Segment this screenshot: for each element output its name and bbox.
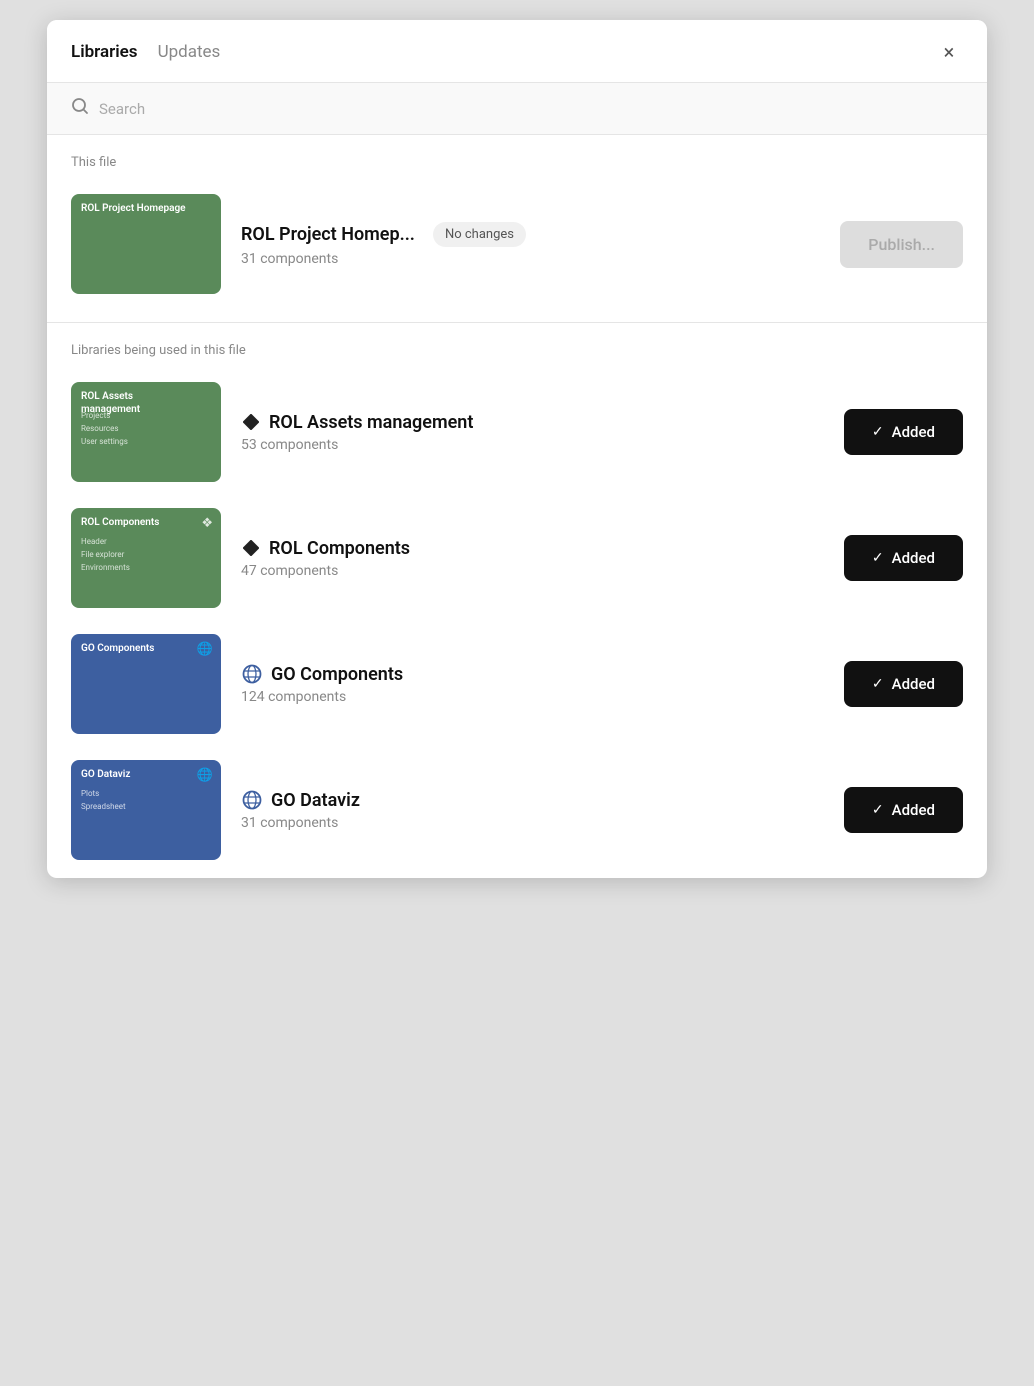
header-tabs: Libraries Updates [71, 42, 935, 62]
thumbnail-rol-assets: ROL Assetsmanagement ProjectsResourcesUs… [71, 382, 221, 482]
globe-icon [241, 789, 263, 811]
search-icon [71, 97, 89, 120]
added-label: Added [892, 675, 935, 693]
list-item: ROL Components HeaderFile explorerEnviro… [71, 500, 963, 626]
thumbnail-go-components: GO Components 🌐 [71, 634, 221, 734]
library-info: ROL Components 47 components [241, 538, 824, 579]
library-name-row: ROL Project Homep... No changes [241, 222, 820, 247]
library-name-text: ROL Assets management [269, 412, 473, 433]
library-name-row: GO Dataviz [241, 789, 824, 811]
library-name-text: GO Components [271, 664, 403, 685]
library-name-text: GO Dataviz [271, 790, 360, 811]
library-name-row: GO Components [241, 663, 824, 685]
library-count: 47 components [241, 563, 824, 579]
thumbnail-go-dataviz: GO Dataviz PlotsSpreadsheet 🌐 [71, 760, 221, 860]
close-button[interactable]: × [935, 38, 963, 66]
globe-icon [241, 663, 263, 685]
library-info: ROL Assets management 53 components [241, 412, 824, 453]
thumbnail-label: GO Components [81, 642, 154, 655]
library-count: 53 components [241, 437, 824, 453]
thumbnail-sublabel: ProjectsResourcesUser settings [81, 410, 128, 448]
added-button[interactable]: ✓ Added [844, 409, 963, 455]
tab-updates[interactable]: Updates [158, 42, 221, 62]
thumbnail-sublabel: HeaderFile explorerEnvironments [81, 536, 130, 574]
diamond-icon [241, 538, 261, 558]
publish-button[interactable]: Publish... [840, 221, 963, 268]
this-file-section: This file ROL Project Homepage ROL Proje… [47, 135, 987, 323]
added-label: Added [892, 549, 935, 567]
library-count: 31 components [241, 251, 820, 267]
thumbnail-label: GO Dataviz [81, 768, 130, 781]
library-info: GO Dataviz 31 components [241, 789, 824, 831]
library-name-text: ROL Project Homep... [241, 224, 415, 245]
library-info: GO Components 124 components [241, 663, 824, 705]
check-icon: ✓ [872, 424, 884, 440]
libraries-used-section: Libraries being used in this file ROL As… [47, 323, 987, 878]
tab-libraries[interactable]: Libraries [71, 42, 138, 62]
thumbnail-sublabel: PlotsSpreadsheet [81, 788, 126, 814]
search-bar [47, 83, 987, 135]
thumbnail-badge-globe: 🌐 [197, 768, 213, 783]
status-badge: No changes [433, 222, 526, 247]
thumbnail-rol-homepage: ROL Project Homepage [71, 194, 221, 294]
check-icon: ✓ [872, 802, 884, 818]
library-count: 31 components [241, 815, 824, 831]
list-item: ROL Project Homepage ROL Project Homep..… [71, 186, 963, 312]
search-input[interactable] [99, 100, 963, 118]
added-button[interactable]: ✓ Added [844, 787, 963, 833]
check-icon: ✓ [872, 676, 884, 692]
thumbnail-label: ROL Project Homepage [81, 202, 186, 215]
list-item: GO Dataviz PlotsSpreadsheet 🌐 GO Dataviz [71, 752, 963, 878]
thumbnail-rol-components: ROL Components HeaderFile explorerEnviro… [71, 508, 221, 608]
library-name-text: ROL Components [269, 538, 410, 559]
panel-header: Libraries Updates × [47, 20, 987, 83]
libraries-used-title: Libraries being used in this file [71, 343, 963, 358]
added-label: Added [892, 423, 935, 441]
thumbnail-badge-globe: 🌐 [197, 642, 213, 657]
library-info: ROL Project Homep... No changes 31 compo… [241, 222, 820, 267]
added-button[interactable]: ✓ Added [844, 661, 963, 707]
libraries-panel: Libraries Updates × This file ROL Projec… [47, 20, 987, 878]
library-count: 124 components [241, 689, 824, 705]
thumbnail-badge-icon: ❖ [201, 516, 213, 531]
library-name-row: ROL Assets management [241, 412, 824, 433]
list-item: ROL Assetsmanagement ProjectsResourcesUs… [71, 374, 963, 500]
added-button[interactable]: ✓ Added [844, 535, 963, 581]
diamond-icon [241, 412, 261, 432]
library-name-row: ROL Components [241, 538, 824, 559]
check-icon: ✓ [872, 550, 884, 566]
thumbnail-label: ROL Components [81, 516, 159, 529]
this-file-title: This file [71, 155, 963, 170]
list-item: GO Components 🌐 GO Components 124 [71, 626, 963, 752]
added-label: Added [892, 801, 935, 819]
